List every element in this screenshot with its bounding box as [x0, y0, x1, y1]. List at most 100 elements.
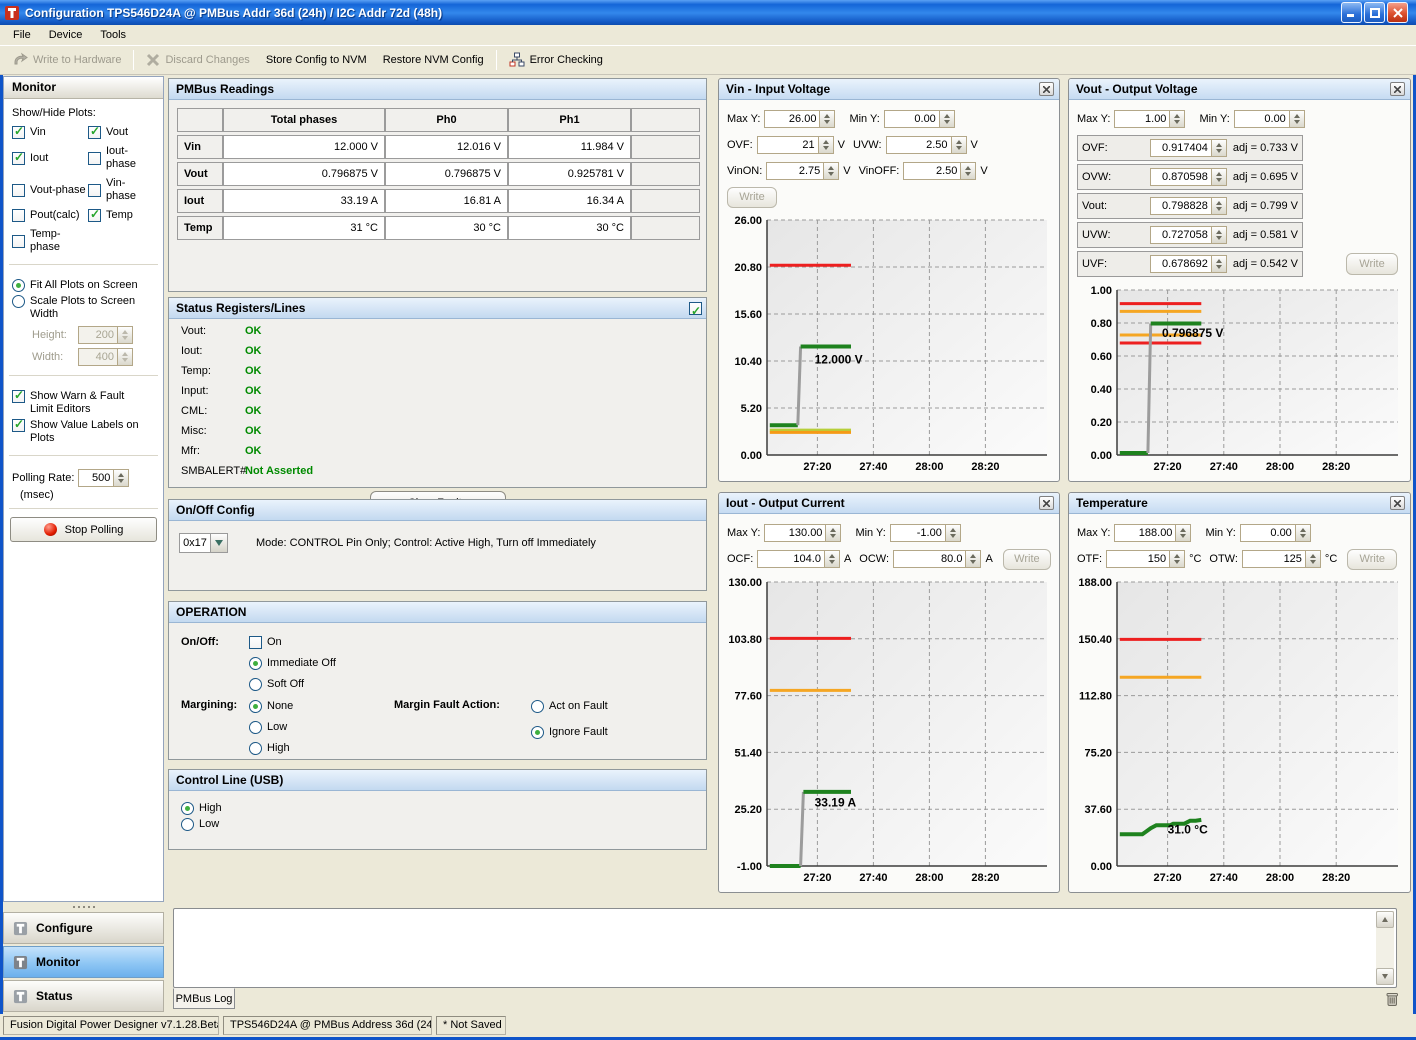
close-button[interactable]	[1387, 2, 1408, 23]
temp-write-button[interactable]: Write	[1347, 549, 1397, 570]
discard-changes-button[interactable]: Discard Changes	[138, 50, 257, 70]
checkbox-vout-phase[interactable]: Vout-phase	[12, 177, 86, 203]
vin-min-y-spinner[interactable]	[940, 110, 955, 128]
tab-pmbus-log[interactable]: PMBus Log	[173, 988, 235, 1009]
close-icon[interactable]	[1039, 82, 1054, 96]
menu-tools[interactable]: Tools	[91, 26, 135, 44]
vout-ovf-field[interactable]: 0.917404	[1150, 139, 1212, 157]
maximize-button[interactable]	[1364, 2, 1385, 23]
temp-max-y-field[interactable]: 188.00	[1114, 524, 1176, 542]
log-scrollbar[interactable]	[1376, 911, 1394, 985]
vout-max-y-spinner[interactable]	[1170, 110, 1185, 128]
vout-uvf-spinner[interactable]	[1212, 255, 1227, 273]
iout-max-y-field[interactable]: 130.00	[764, 524, 826, 542]
vin-min-y-field[interactable]: 0.00	[884, 110, 940, 128]
vout-ovw-field[interactable]: 0.870598	[1150, 168, 1212, 186]
checkbox-temp-phase[interactable]: Temp-phase	[12, 228, 86, 254]
vout-max-y-field[interactable]: 1.00	[1114, 110, 1170, 128]
radio-act-on-fault[interactable]: Act on Fault	[531, 700, 608, 713]
store-config-to-nvm-button[interactable]: Store Config to NVM	[258, 51, 375, 69]
status-registers-checkbox[interactable]	[689, 302, 702, 315]
otw-field[interactable]: 125	[1242, 550, 1306, 568]
vout-vout-spinner[interactable]	[1212, 197, 1227, 215]
iout-min-y-field[interactable]: -1.00	[890, 524, 946, 542]
radio-margining-none[interactable]: None	[249, 700, 293, 713]
checkbox-vout[interactable]: Vout	[88, 126, 155, 139]
vin-uvw-spinner[interactable]	[952, 136, 967, 154]
vout-ovw-spinner[interactable]	[1212, 168, 1227, 186]
radio-margining-high[interactable]: High	[249, 742, 290, 755]
vinoff-field[interactable]: 2.50	[903, 162, 961, 180]
vinoff-spinner[interactable]	[961, 162, 976, 180]
vout-uvw-spinner[interactable]	[1212, 226, 1227, 244]
vout-ovf-spinner[interactable]	[1212, 139, 1227, 157]
temp-min-y-spinner[interactable]	[1296, 524, 1311, 542]
pmbus-log-box[interactable]	[173, 908, 1397, 988]
otw-spinner[interactable]	[1306, 550, 1321, 568]
vout-uvw-field[interactable]: 0.727058	[1150, 226, 1212, 244]
nav-status[interactable]: Status	[3, 980, 164, 1012]
height-field[interactable]: 200	[78, 326, 118, 344]
ocf-field[interactable]: 104.0	[757, 550, 825, 568]
height-spinner[interactable]	[118, 326, 133, 344]
sidebar-splitter-handle[interactable]	[3, 903, 164, 910]
scroll-up-icon[interactable]	[1376, 911, 1394, 928]
nav-monitor[interactable]: Monitor	[3, 946, 164, 978]
radio-ignore-fault[interactable]: Ignore Fault	[531, 726, 608, 739]
vin-write-button[interactable]: Write	[727, 187, 777, 208]
stop-polling-button[interactable]: Stop Polling	[10, 517, 157, 542]
checkbox-show-warn-fault-editors[interactable]: Show Warn & Fault Limit Editors	[12, 390, 155, 416]
otf-field[interactable]: 150	[1106, 550, 1170, 568]
scroll-down-icon[interactable]	[1376, 968, 1394, 985]
error-checking-button[interactable]: Error Checking	[501, 49, 611, 71]
radio-control-low[interactable]: Low	[181, 818, 694, 831]
close-icon[interactable]	[1390, 82, 1405, 96]
ocf-spinner[interactable]	[825, 550, 840, 568]
checkbox-on[interactable]: On	[249, 636, 282, 649]
checkbox-vin-phase[interactable]: Vin-phase	[88, 177, 155, 203]
onoff-config-select[interactable]: 0x17	[179, 533, 228, 553]
polling-rate-spinner[interactable]	[114, 469, 129, 487]
vin-ovf-spinner[interactable]	[819, 136, 834, 154]
checkbox-iout-phase[interactable]: Iout-phase	[88, 145, 155, 171]
vout-min-y-spinner[interactable]	[1290, 110, 1305, 128]
checkbox-vin[interactable]: Vin	[12, 126, 86, 139]
otf-spinner[interactable]	[1170, 550, 1185, 568]
vin-uvw-field[interactable]: 2.50	[886, 136, 952, 154]
vout-vout-field[interactable]: 0.798828	[1150, 197, 1212, 215]
temp-max-y-spinner[interactable]	[1176, 524, 1191, 542]
minimize-button[interactable]	[1341, 2, 1362, 23]
iout-write-button[interactable]: Write	[1003, 549, 1051, 570]
checkbox-temp[interactable]: Temp	[88, 209, 155, 222]
iout-min-y-spinner[interactable]	[946, 524, 961, 542]
checkbox-iout[interactable]: Iout	[12, 145, 86, 171]
close-icon[interactable]	[1039, 496, 1054, 510]
checkbox-show-value-labels[interactable]: Show Value Labels on Plots	[12, 419, 155, 445]
radio-soft-off[interactable]: Soft Off	[249, 678, 304, 691]
vout-write-button[interactable]: Write	[1346, 253, 1398, 275]
radio-fit-all-plots[interactable]: Fit All Plots on Screen	[12, 279, 155, 292]
ocw-spinner[interactable]	[966, 550, 981, 568]
temp-min-y-field[interactable]: 0.00	[1240, 524, 1296, 542]
restore-nvm-config-button[interactable]: Restore NVM Config	[375, 51, 492, 69]
width-spinner[interactable]	[118, 348, 133, 366]
close-icon[interactable]	[1390, 496, 1405, 510]
menu-device[interactable]: Device	[40, 26, 92, 44]
vout-min-y-field[interactable]: 0.00	[1234, 110, 1290, 128]
width-field[interactable]: 400	[78, 348, 118, 366]
ocw-field[interactable]: 80.0	[893, 550, 966, 568]
trash-icon[interactable]	[1384, 991, 1400, 1007]
vinon-field[interactable]: 2.75	[766, 162, 824, 180]
radio-margining-low[interactable]: Low	[249, 721, 287, 734]
vin-max-y-spinner[interactable]	[820, 110, 835, 128]
polling-rate-field[interactable]: 500	[78, 469, 114, 487]
menu-file[interactable]: File	[4, 26, 40, 44]
vin-ovf-field[interactable]: 21	[757, 136, 819, 154]
vout-uvf-field[interactable]: 0.678692	[1150, 255, 1212, 273]
radio-immediate-off[interactable]: Immediate Off	[249, 657, 336, 670]
vinon-spinner[interactable]	[824, 162, 839, 180]
write-to-hardware-button[interactable]: Write to Hardware	[4, 49, 129, 71]
radio-control-high[interactable]: High	[181, 802, 694, 815]
nav-configure[interactable]: Configure	[3, 912, 164, 944]
radio-scale-plots[interactable]: Scale Plots to Screen Width	[12, 295, 155, 321]
